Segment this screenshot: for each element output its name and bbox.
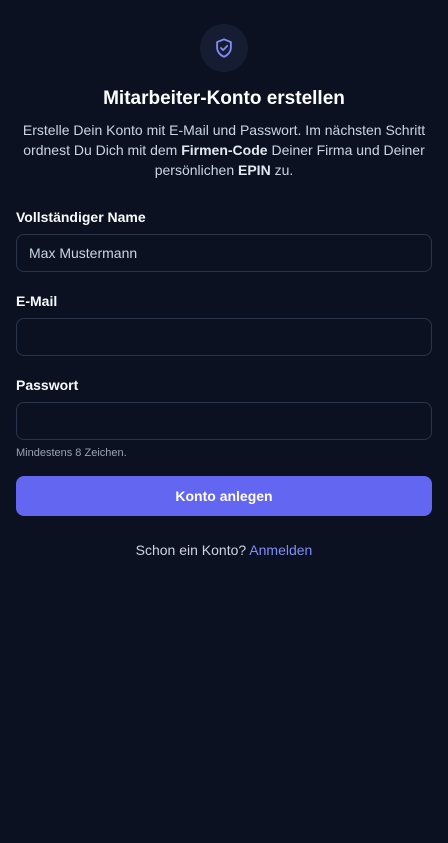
signup-page: Mitarbeiter-Konto erstellen Erstelle Dei… [0, 0, 448, 843]
password-hint: Mindestens 8 Zeichen. [16, 447, 127, 459]
email-label: E-Mail [16, 293, 58, 309]
login-prompt: Schon ein Konto? Anmelden [0, 541, 448, 559]
email-input[interactable] [16, 318, 432, 356]
page-title: Mitarbeiter-Konto erstellen [103, 88, 345, 109]
intro-text: Erstelle Dein Konto mit E-Mail und Passw… [16, 120, 432, 180]
firmen-code-emphasis: Firmen-Code [181, 142, 268, 158]
login-link[interactable]: Anmelden [249, 542, 312, 558]
epin-emphasis: EPIN [238, 162, 271, 178]
shield-check-icon [200, 24, 248, 72]
create-account-button[interactable]: Konto anlegen [16, 476, 432, 516]
name-input[interactable] [16, 234, 432, 272]
name-label: Vollständiger Name [16, 209, 146, 225]
login-prompt-text: Schon ein Konto? [135, 542, 250, 558]
password-label: Passwort [16, 377, 79, 393]
intro-text-part3: zu. [270, 162, 294, 178]
password-input[interactable] [16, 402, 432, 440]
